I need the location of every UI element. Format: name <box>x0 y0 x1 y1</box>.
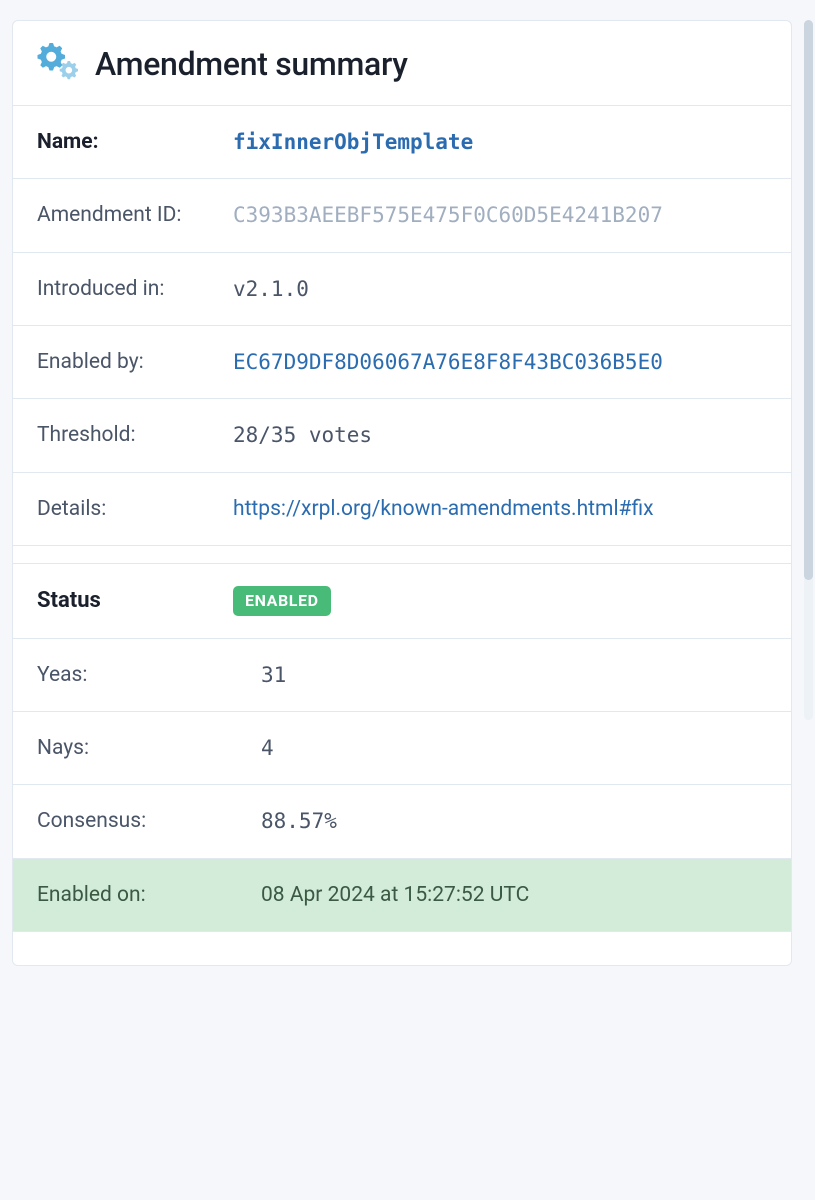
status-label: Status <box>37 586 233 616</box>
bottom-spacer <box>13 931 791 965</box>
row-yeas: Yeas: 31 <box>13 638 791 711</box>
name-value[interactable]: fixInnerObjTemplate <box>233 128 767 156</box>
section-gap <box>13 545 791 563</box>
consensus-label: Consensus: <box>37 807 261 835</box>
scrollbar-thumb[interactable] <box>804 20 813 580</box>
card-title: Amendment summary <box>95 45 408 83</box>
introduced-label: Introduced in: <box>37 275 233 303</box>
row-consensus: Consensus: 88.57% <box>13 784 791 857</box>
details-label: Details: <box>37 495 233 523</box>
yeas-label: Yeas: <box>37 661 261 689</box>
nays-value: 4 <box>261 734 767 762</box>
enabled-on-value: 08 Apr 2024 at 15:27:52 UTC <box>261 881 767 909</box>
yeas-value: 31 <box>261 661 767 689</box>
consensus-value: 88.57% <box>261 807 767 835</box>
gears-icon <box>37 43 81 85</box>
row-amendment-id: Amendment ID: C393B3AEEBF575E475F0C60D5E… <box>13 178 791 251</box>
row-nays: Nays: 4 <box>13 711 791 784</box>
amendment-summary-card: Amendment summary Name: fixInnerObjTempl… <box>12 20 792 966</box>
row-enabled-on: Enabled on: 08 Apr 2024 at 15:27:52 UTC <box>13 858 791 931</box>
row-threshold: Threshold: 28/35 votes <box>13 398 791 471</box>
card-header: Amendment summary <box>13 21 791 105</box>
status-badge: ENABLED <box>233 586 331 616</box>
name-label: Name: <box>37 128 233 156</box>
enabled-on-label: Enabled on: <box>37 881 261 909</box>
amendment-id-value: C393B3AEEBF575E475F0C60D5E4241B207 <box>233 201 767 229</box>
details-value[interactable]: https://xrpl.org/known-amendments.html#f… <box>233 495 767 523</box>
threshold-value: 28/35 votes <box>233 421 767 449</box>
amendment-id-label: Amendment ID: <box>37 201 233 229</box>
row-enabled-by: Enabled by: EC67D9DF8D06067A76E8F8F43BC0… <box>13 325 791 398</box>
enabled-by-label: Enabled by: <box>37 348 233 376</box>
threshold-label: Threshold: <box>37 421 233 449</box>
nays-label: Nays: <box>37 734 261 762</box>
scrollbar[interactable] <box>804 20 813 720</box>
row-status: Status ENABLED <box>13 563 791 638</box>
row-details: Details: https://xrpl.org/known-amendmen… <box>13 472 791 545</box>
status-value: ENABLED <box>233 586 767 616</box>
row-name: Name: fixInnerObjTemplate <box>13 105 791 178</box>
enabled-by-value[interactable]: EC67D9DF8D06067A76E8F8F43BC036B5E0 <box>233 348 767 376</box>
introduced-value: v2.1.0 <box>233 275 767 303</box>
row-introduced: Introduced in: v2.1.0 <box>13 252 791 325</box>
